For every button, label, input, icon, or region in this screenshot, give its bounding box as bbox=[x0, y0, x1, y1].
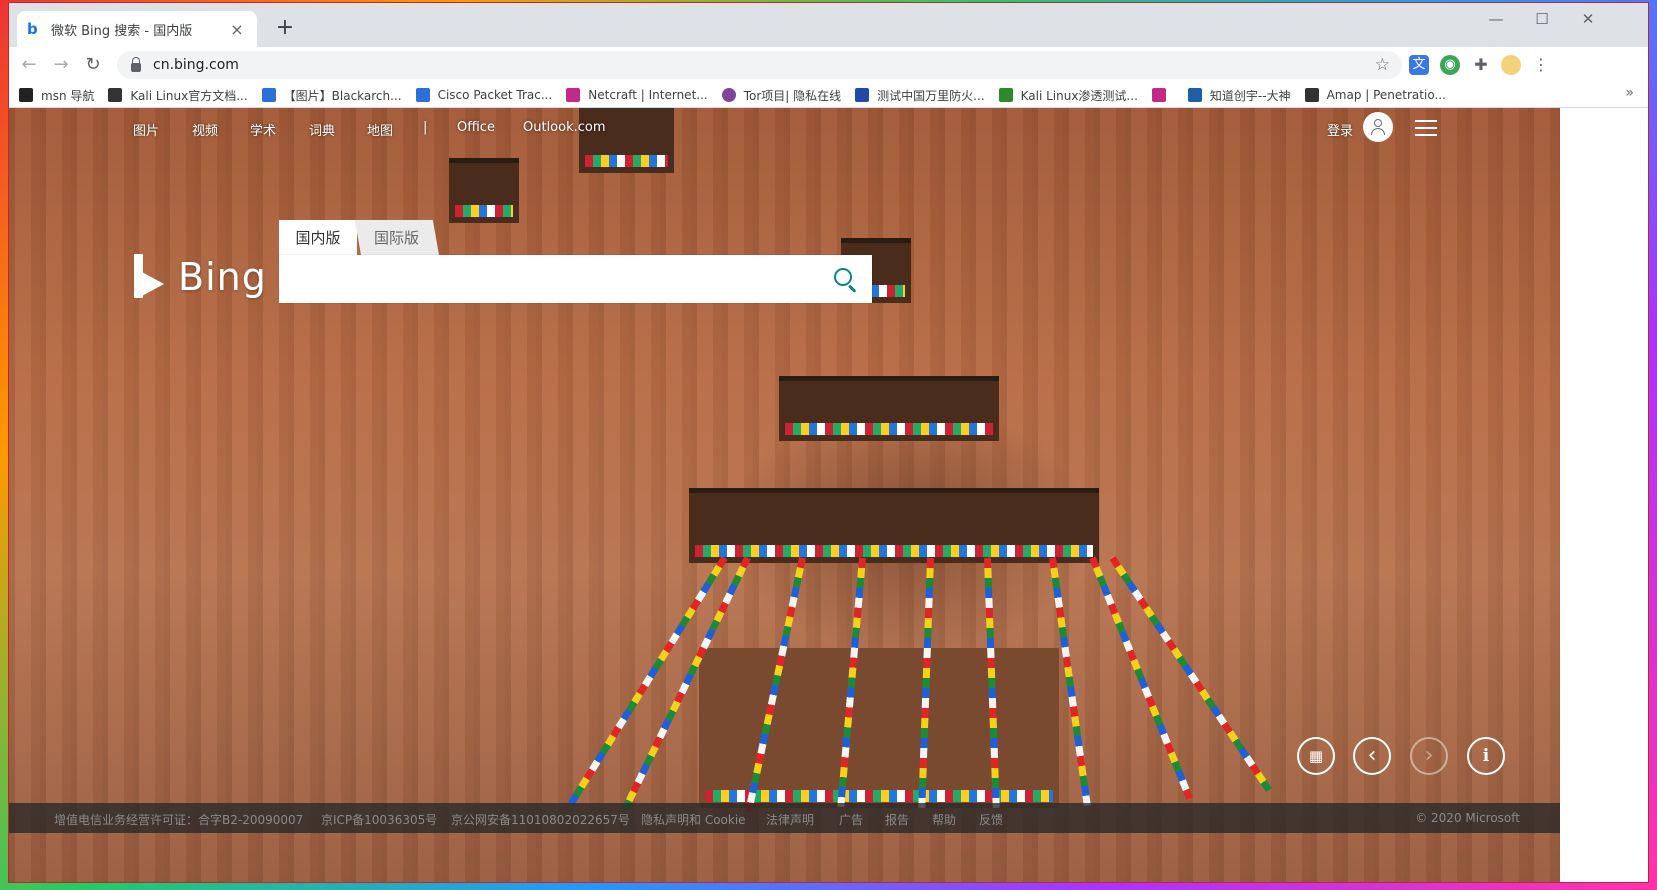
bookmarks-overflow-icon[interactable]: » bbox=[1625, 85, 1634, 101]
bookmark-item[interactable]: 知道创宇--大神 bbox=[1187, 87, 1291, 104]
bookmark-label: Netcraft | Internet... bbox=[588, 88, 708, 102]
search-input[interactable] bbox=[279, 255, 847, 303]
bookmark-label: Amap | Penetratio... bbox=[1326, 88, 1446, 102]
bookmark-icon bbox=[566, 88, 581, 102]
back-button[interactable]: ← bbox=[15, 51, 43, 79]
bing-footer: 增值电信业务经营许可证：合字B2-20090007 京ICP备10036305号… bbox=[9, 803, 1560, 833]
browser-toolbar: ← → ↻ cn.bing.com ☆ 文 ◉ ✚ ⋮ bbox=[9, 47, 1648, 83]
browser-menu-icon[interactable]: ⋮ bbox=[1531, 55, 1551, 75]
prayer-flag-rope bbox=[1109, 556, 1272, 793]
bookmark-icon bbox=[998, 88, 1013, 102]
bookmark-label: 【图片】Blackarch... bbox=[283, 88, 402, 103]
footer-legal[interactable]: 法律声明 bbox=[766, 811, 814, 828]
nav-outlook[interactable]: Outlook.com bbox=[523, 120, 606, 135]
address-bar[interactable]: cn.bing.com ☆ bbox=[117, 51, 1402, 79]
bing-logo-text: Bing bbox=[178, 255, 267, 299]
bookmark-item[interactable]: 【图片】Blackarch... bbox=[261, 87, 402, 104]
bookmark-icon bbox=[415, 88, 430, 102]
browser-window: b 微软 Bing 搜索 - 国内版 × + — ☐ ✕ ← → ↻ cn.bi… bbox=[8, 2, 1649, 883]
next-image-button[interactable]: › bbox=[1410, 737, 1448, 775]
bookmark-label: msn 导航 bbox=[41, 88, 95, 103]
bookmark-icon bbox=[855, 88, 870, 102]
bookmark-icon bbox=[721, 88, 736, 102]
translate-extension-icon[interactable]: 文 bbox=[1409, 55, 1429, 75]
new-tab-button[interactable]: + bbox=[271, 15, 299, 43]
bookmark-label: Kali Linux渗透测试... bbox=[1020, 88, 1138, 103]
tab-title: 微软 Bing 搜索 - 国内版 bbox=[51, 23, 193, 39]
qr-code-button[interactable]: ▦ bbox=[1297, 737, 1335, 775]
tab-domestic[interactable]: 国内版 bbox=[279, 220, 357, 256]
nav-office[interactable]: Office bbox=[457, 120, 495, 135]
bookmark-item[interactable]: Tor项目| 隐私在线 bbox=[721, 87, 842, 104]
nav-dictionary[interactable]: 词典 bbox=[309, 120, 335, 139]
minimize-button[interactable]: — bbox=[1473, 5, 1519, 33]
nav-maps[interactable]: 地图 bbox=[367, 120, 393, 139]
bing-logo-mark-icon bbox=[134, 254, 164, 300]
tab-international[interactable]: 国际版 bbox=[354, 220, 440, 256]
reload-button[interactable]: ↻ bbox=[79, 51, 107, 79]
prayer-flag-rope bbox=[1089, 556, 1194, 801]
url-text[interactable]: cn.bing.com bbox=[153, 57, 1375, 73]
bookmark-label: Tor项目| 隐私在线 bbox=[743, 88, 842, 103]
bookmark-item[interactable]: Netcraft | Internet... bbox=[566, 88, 708, 102]
bookmark-item[interactable]: Kali Linux官方文档... bbox=[108, 87, 248, 104]
extensions-puzzle-icon[interactable]: ✚ bbox=[1471, 55, 1491, 75]
hamburger-menu-icon[interactable] bbox=[1415, 120, 1437, 136]
close-window-button[interactable]: ✕ bbox=[1565, 5, 1611, 33]
bookmark-icon bbox=[261, 88, 276, 102]
previous-image-button[interactable]: ‹ bbox=[1353, 737, 1391, 775]
background-temple bbox=[449, 158, 519, 223]
bookmark-icon bbox=[1187, 88, 1202, 102]
bookmark-label: Cisco Packet Trac... bbox=[437, 88, 553, 102]
bookmark-label: Kali Linux官方文档... bbox=[130, 88, 248, 103]
tab-close-icon[interactable]: × bbox=[227, 20, 247, 39]
background-temple bbox=[779, 376, 999, 441]
footer-copyright: © 2020 Microsoft bbox=[1415, 811, 1520, 825]
footer-feedback[interactable]: 反馈 bbox=[979, 811, 1003, 828]
bookmark-item[interactable]: Amap | Penetratio... bbox=[1304, 88, 1446, 102]
lock-icon bbox=[131, 57, 141, 72]
browser-tab[interactable]: b 微软 Bing 搜索 - 国内版 × bbox=[17, 11, 257, 47]
footer-icp[interactable]: 京ICP备10036305号 bbox=[321, 811, 437, 828]
footer-report[interactable]: 报告 bbox=[885, 811, 909, 828]
bookmark-icon bbox=[19, 88, 33, 102]
bookmark-star-icon[interactable]: ☆ bbox=[1375, 55, 1390, 75]
tab-strip: b 微软 Bing 搜索 - 国内版 × + — ☐ ✕ bbox=[9, 3, 1648, 47]
bookmark-item[interactable]: msn 导航 bbox=[19, 87, 94, 104]
bookmark-label: 知道创宇--大神 bbox=[1209, 88, 1291, 103]
bing-top-nav: 图片 视频 学术 词典 地图 | Office Outlook.com 登录 bbox=[9, 108, 1560, 148]
tab-international-label: 国际版 bbox=[374, 229, 420, 247]
footer-privacy[interactable]: 隐私声明和 Cookie bbox=[641, 811, 746, 828]
bookmark-item[interactable]: Cisco Packet Trac... bbox=[415, 88, 553, 102]
image-info-button[interactable]: i bbox=[1467, 737, 1505, 775]
search-box bbox=[279, 255, 872, 303]
background-temple bbox=[689, 488, 1099, 563]
bookmark-item[interactable] bbox=[1151, 88, 1174, 102]
bookmark-label: 测试中国万里防火... bbox=[877, 88, 985, 103]
extension-globe-icon[interactable]: ◉ bbox=[1440, 55, 1460, 75]
footer-police-record[interactable]: 京公网安备11010802022657号 bbox=[451, 811, 630, 828]
nav-academic[interactable]: 学术 bbox=[250, 120, 276, 139]
user-avatar-icon[interactable] bbox=[1363, 112, 1393, 142]
bookmark-item[interactable]: Kali Linux渗透测试... bbox=[998, 87, 1138, 104]
bookmark-icon bbox=[108, 88, 123, 102]
footer-license[interactable]: 增值电信业务经营许可证：合字B2-20090007 bbox=[54, 811, 303, 828]
footer-ads[interactable]: 广告 bbox=[839, 811, 863, 828]
bookmarks-bar: msn 导航 Kali Linux官方文档... 【图片】Blackarch..… bbox=[9, 83, 1648, 108]
nav-videos[interactable]: 视频 bbox=[192, 120, 218, 139]
bookmark-item[interactable]: 测试中国万里防火... bbox=[855, 87, 985, 104]
nav-images[interactable]: 图片 bbox=[133, 120, 159, 139]
footer-help[interactable]: 帮助 bbox=[932, 811, 956, 828]
bing-favicon-icon: b bbox=[27, 20, 38, 38]
maximize-button[interactable]: ☐ bbox=[1519, 5, 1565, 33]
forward-button[interactable]: → bbox=[47, 51, 75, 79]
profile-avatar-icon[interactable] bbox=[1501, 55, 1521, 75]
nav-divider: | bbox=[423, 120, 428, 135]
login-link[interactable]: 登录 bbox=[1327, 120, 1353, 139]
bing-homepage: 图片 视频 学术 词典 地图 | Office Outlook.com 登录 B… bbox=[9, 108, 1560, 882]
bookmark-icon bbox=[1304, 88, 1319, 102]
bookmark-icon bbox=[1151, 88, 1166, 102]
search-icon[interactable] bbox=[834, 268, 858, 292]
bing-logo[interactable]: Bing bbox=[134, 254, 267, 300]
